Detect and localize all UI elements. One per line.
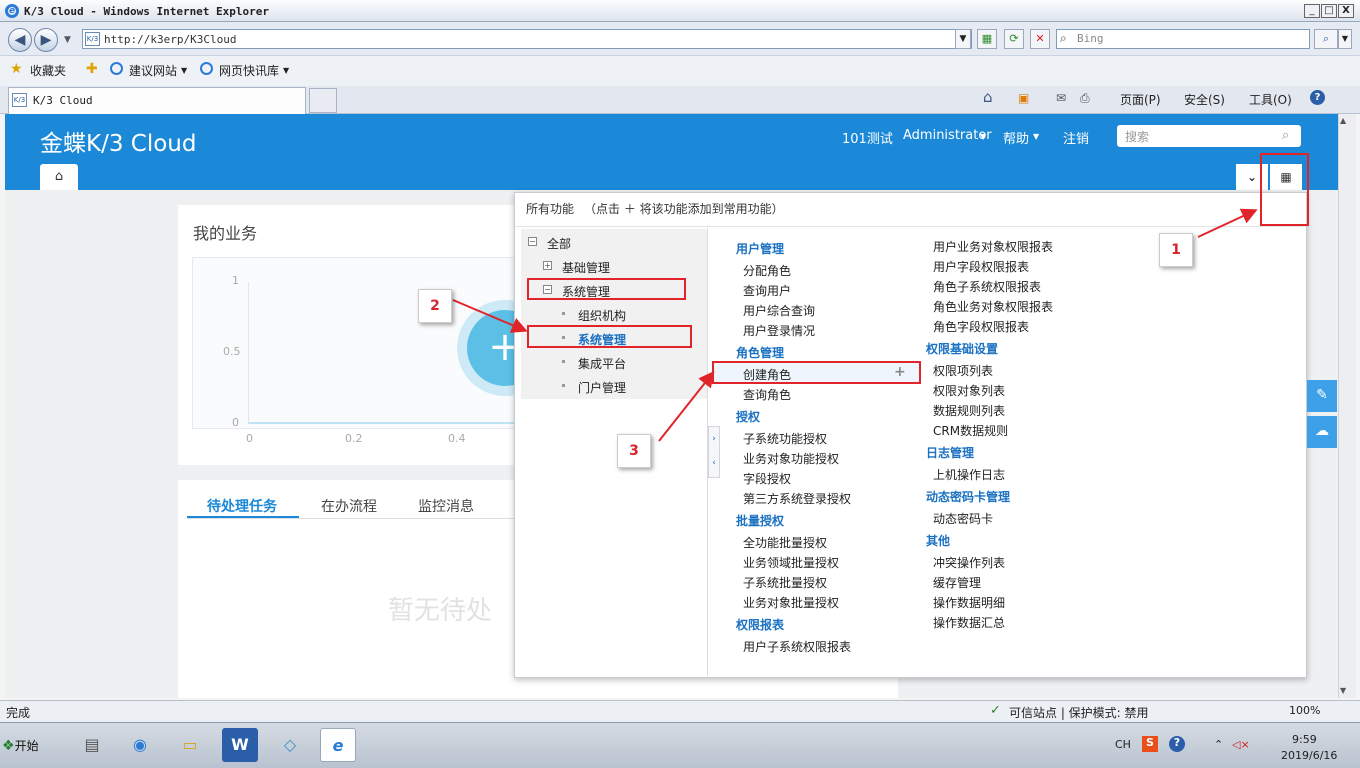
- explorer-folder-icon[interactable]: ▭: [172, 728, 208, 762]
- ie-status-bar: [0, 700, 1360, 722]
- clock-date: 2019/6/16: [1281, 749, 1338, 762]
- server-manager-icon[interactable]: ▤: [74, 728, 110, 762]
- browser-globe-icon[interactable]: ◉: [122, 728, 158, 762]
- windows-logo-icon: ❖: [2, 738, 15, 754]
- language-indicator[interactable]: CH: [1115, 738, 1131, 751]
- tray-expand-icon[interactable]: ⌃: [1214, 738, 1223, 751]
- annotation-arrows: [452, 208, 1258, 442]
- trusted-check-icon: ✓: [990, 703, 1001, 718]
- clock-time: 9:59: [1292, 733, 1317, 746]
- scroll-up-icon[interactable]: ▲: [1340, 116, 1346, 125]
- volume-muted-icon[interactable]: ◁×: [1232, 738, 1250, 751]
- app-icon[interactable]: ◇: [272, 728, 308, 762]
- security-zone-text[interactable]: 可信站点 | 保护模式: 禁用: [1009, 704, 1149, 721]
- callout-1: 1: [1159, 233, 1193, 267]
- word-icon[interactable]: W: [222, 728, 258, 762]
- ie-taskbar-icon[interactable]: e: [320, 728, 356, 762]
- callout-2: 2: [418, 289, 452, 323]
- scroll-down-icon[interactable]: ▼: [1340, 686, 1346, 695]
- status-text: 完成: [6, 706, 31, 720]
- ime-icon[interactable]: S: [1142, 736, 1158, 752]
- feedback-icon[interactable]: ✎: [1307, 380, 1337, 412]
- help-tray-icon[interactable]: ?: [1169, 736, 1185, 752]
- cloud-icon[interactable]: ☁: [1307, 416, 1337, 448]
- callout-3: 3: [617, 434, 651, 468]
- page-scrollbar[interactable]: [1338, 114, 1356, 698]
- start-button[interactable]: ❖开始: [2, 730, 50, 762]
- zoom-level[interactable]: 100%: [1289, 704, 1320, 717]
